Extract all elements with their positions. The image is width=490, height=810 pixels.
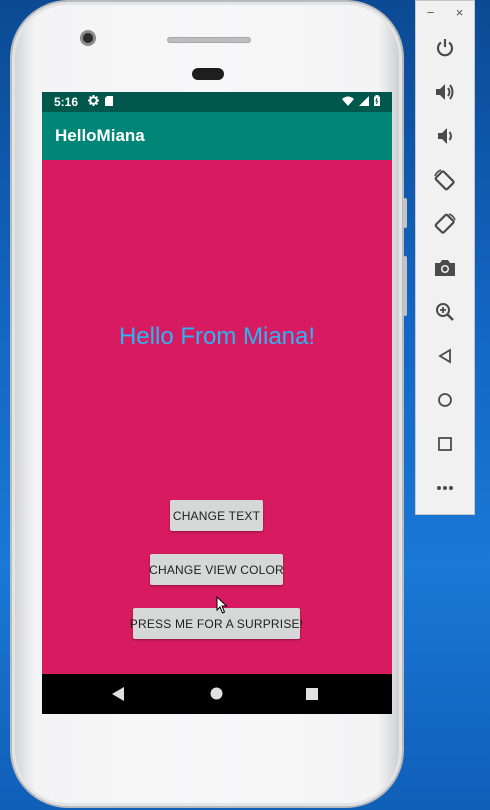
- emulator-toolbar: − ×: [415, 0, 475, 515]
- overview-icon[interactable]: [430, 429, 460, 459]
- rotate-right-icon[interactable]: [430, 209, 460, 239]
- gear-icon: [88, 95, 100, 109]
- status-bar: 5:16: [42, 92, 392, 112]
- back-icon[interactable]: [112, 687, 124, 706]
- change-text-button[interactable]: CHANGE TEXT: [170, 500, 263, 531]
- phone-frame: 5:16 HelloMiana Hello From Miana! CHANGE…: [10, 0, 404, 808]
- app-bar: HelloMiana: [42, 112, 392, 160]
- home-icon[interactable]: [210, 687, 223, 705]
- recents-icon[interactable]: [306, 687, 318, 705]
- home-icon[interactable]: [430, 385, 460, 415]
- rotate-left-icon[interactable]: [430, 165, 460, 195]
- more-icon[interactable]: [430, 473, 460, 503]
- device-screen: 5:16 HelloMiana Hello From Miana! CHANGE…: [42, 92, 392, 714]
- status-time: 5:16: [54, 95, 79, 109]
- power-icon[interactable]: [430, 33, 460, 63]
- earpiece-speaker: [167, 37, 251, 43]
- window-controls: − ×: [416, 5, 474, 25]
- app-title: HelloMiana: [55, 126, 145, 145]
- signal-icon: [359, 95, 369, 109]
- camera-icon[interactable]: [430, 253, 460, 283]
- proximity-sensor: [192, 68, 224, 80]
- sd-card-icon: [105, 95, 114, 109]
- battery-icon: [374, 95, 380, 109]
- change-view-color-button[interactable]: CHANGE VIEW COLOR: [149, 554, 284, 585]
- front-camera: [80, 30, 96, 46]
- minimize-button[interactable]: −: [427, 5, 435, 25]
- volume-down-icon[interactable]: [430, 121, 460, 151]
- mouse-pointer-icon: [216, 595, 228, 619]
- power-key: [403, 256, 407, 316]
- back-icon[interactable]: [430, 341, 460, 371]
- close-button[interactable]: ×: [456, 5, 464, 25]
- wifi-icon: [342, 95, 354, 109]
- hello-message: Hello From Miana!: [118, 323, 316, 350]
- volume-key: [403, 198, 407, 228]
- navigation-bar: [42, 674, 392, 714]
- volume-up-icon[interactable]: [430, 77, 460, 107]
- zoom-icon[interactable]: [430, 297, 460, 327]
